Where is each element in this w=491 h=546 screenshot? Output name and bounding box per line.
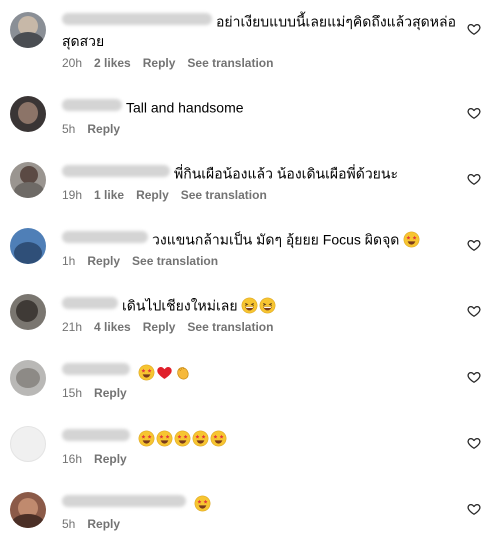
reply-button[interactable]: Reply [94, 452, 127, 466]
username-blurred[interactable] [62, 165, 170, 178]
timestamp: 20h [62, 56, 83, 71]
avatar[interactable] [10, 426, 46, 462]
heart-icon[interactable] [467, 370, 481, 384]
username-blurred[interactable] [62, 297, 118, 310]
timestamp: 16h [62, 452, 83, 467]
avatar[interactable] [10, 492, 46, 528]
username-blurred[interactable] [62, 429, 130, 442]
avatar[interactable] [10, 294, 46, 330]
star-struck-emoji-icon [156, 430, 173, 447]
likes-count[interactable]: 2 likes [94, 56, 131, 70]
comment-body: Tall and handsome 5h Reply [62, 96, 459, 137]
avatar[interactable] [10, 162, 46, 198]
comment-body: อย่าเงียบแบบนี้เลยแม่ๆคิดถึงแล้วสุดหล่อ … [62, 10, 459, 71]
heart-icon[interactable] [467, 304, 481, 318]
avatar[interactable] [10, 96, 46, 132]
red-heart-emoji-icon [157, 367, 172, 379]
timestamp: 1h [62, 254, 76, 269]
heart-icon[interactable] [467, 436, 481, 450]
comment-text: วงแขนกล้ามเป็น มัดๆ อุ้ยยย Focus ผิดจุด [152, 231, 400, 248]
emoji-reaction-text [138, 427, 228, 447]
see-translation-button[interactable]: See translation [187, 320, 273, 334]
avatar[interactable] [10, 360, 46, 396]
comment-body: 15h Reply [62, 360, 459, 401]
comment-body: 5h Reply [62, 492, 459, 532]
timestamp: 19h [62, 188, 83, 203]
heart-icon[interactable] [467, 502, 481, 516]
username-blurred[interactable] [62, 231, 148, 244]
clapping-hands-emoji-icon [177, 366, 189, 380]
star-struck-emoji-icon [174, 430, 191, 447]
avatar[interactable] [10, 228, 46, 264]
star-struck-emoji-icon [194, 495, 211, 512]
comment-text: อย่าเงียบแบบนี้เลยแม่ๆคิดถึงแล้วสุดหล่อ [216, 13, 456, 30]
heart-icon[interactable] [467, 172, 481, 186]
emoji-reaction-text [138, 361, 192, 381]
grinning-sweat-emoji-icon [260, 297, 276, 314]
see-translation-button[interactable]: See translation [181, 188, 267, 202]
username-blurred[interactable] [62, 363, 130, 376]
comment-body: เดินไปเชียงใหม่เลย 21h 4 likes Reply See tr… [62, 294, 459, 335]
comment-text: Tall and handsome [126, 99, 244, 116]
username-blurred[interactable] [62, 99, 122, 112]
comment-body: 16h Reply [62, 426, 459, 467]
star-struck-emoji-icon [192, 430, 209, 447]
comment-body: พี่กินเผือน้องแล้ว น้องเดินเผือพี่ด้วยนะ… [62, 162, 459, 203]
reply-button[interactable]: Reply [87, 122, 120, 136]
reply-button[interactable]: Reply [136, 188, 169, 202]
reply-button[interactable]: Reply [143, 56, 176, 70]
reply-button[interactable]: Reply [143, 320, 176, 334]
likes-count[interactable]: 4 likes [94, 320, 131, 334]
comment-text: พี่กินเผือน้องแล้ว น้องเดินเผือพี่ด้วยนะ [174, 165, 398, 182]
comment-text: เดินไปเชียงใหม่เลย [122, 297, 238, 314]
star-struck-emoji-icon [403, 231, 420, 248]
username-blurred[interactable] [62, 13, 212, 26]
timestamp: 5h [62, 122, 76, 137]
see-translation-button[interactable]: See translation [187, 56, 273, 70]
star-struck-emoji-icon [138, 364, 155, 381]
reply-button[interactable]: Reply [94, 386, 127, 400]
reply-button[interactable]: Reply [87, 254, 120, 268]
star-struck-emoji-icon [138, 430, 155, 447]
grinning-sweat-emoji-icon [242, 297, 258, 314]
comment-text-line2: สุดสวย [62, 33, 105, 50]
heart-icon[interactable] [467, 106, 481, 120]
timestamp: 15h [62, 386, 83, 401]
avatar[interactable] [10, 12, 46, 48]
reply-button[interactable]: Reply [87, 517, 120, 531]
star-struck-emoji-icon [210, 430, 227, 447]
likes-count[interactable]: 1 like [94, 188, 124, 202]
comment-body: วงแขนกล้ามเป็น มัดๆ อุ้ยยย Focus ผิดจุด … [62, 228, 459, 269]
username-blurred[interactable] [62, 495, 186, 508]
see-translation-button[interactable]: See translation [132, 254, 218, 268]
heart-icon[interactable] [467, 22, 481, 36]
timestamp: 5h [62, 517, 76, 531]
heart-icon[interactable] [467, 238, 481, 252]
timestamp: 21h [62, 320, 83, 335]
